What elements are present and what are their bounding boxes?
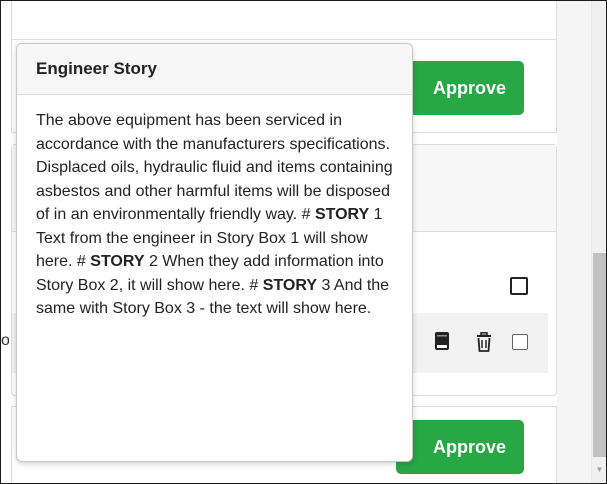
story-keyword: STORY — [262, 276, 317, 294]
row-text-fragment: o — [1, 332, 9, 350]
engineer-story-popover: Engineer Story The above equipment has b… — [16, 43, 413, 462]
story-keyword: STORY — [90, 253, 145, 270]
window-frame: Approve o Approve Engineer Story The abo… — [0, 0, 607, 484]
card-divider — [12, 39, 556, 40]
right-gutter — [557, 1, 591, 483]
trash-icon[interactable] — [475, 332, 493, 352]
scrollbar-thumb[interactable] — [593, 253, 606, 457]
scroll-down-arrow-icon[interactable]: ▼ — [593, 463, 606, 477]
approve-button-bottom[interactable]: Approve — [396, 420, 524, 474]
popover-title: Engineer Story — [17, 44, 412, 95]
popover-body: The above equipment has been serviced in… — [17, 95, 412, 321]
story-keyword: STORY — [314, 206, 370, 223]
row-checkbox[interactable] — [512, 334, 528, 350]
select-all-checkbox[interactable] — [510, 277, 528, 295]
book-icon[interactable] — [434, 331, 450, 351]
approve-button-top[interactable]: Approve — [396, 61, 524, 115]
